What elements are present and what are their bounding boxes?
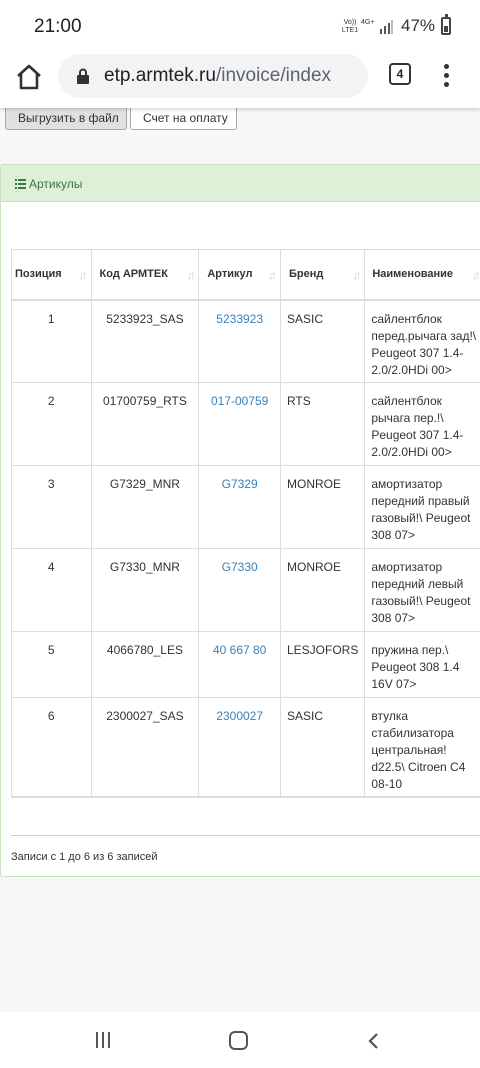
column-header-name[interactable]: Наименование ↓↑: [364, 249, 480, 300]
article-link[interactable]: 40 667 80: [213, 643, 266, 657]
more-menu-icon[interactable]: [438, 62, 454, 88]
articles-panel: Артикулы Позиция ↓↑ Код АРМТЕК ↓↑ Артикул ↓…: [0, 164, 480, 877]
system-nav-bar: [0, 1012, 480, 1068]
table-row: 4 G7330_MNR G7330 MONROE амортизатор пер…: [11, 548, 480, 632]
cell-position: 1: [11, 299, 92, 383]
cell-armtek-code: G7330_MNR: [90, 548, 200, 632]
cell-brand: SASIC: [279, 697, 366, 797]
cell-armtek-code: 2300027_SAS: [90, 697, 200, 797]
list-icon: [15, 179, 26, 189]
browser-toolbar: etp.armtek.ru/invoice/index 4: [0, 52, 480, 108]
column-header-armtek-code[interactable]: Код АРМТЕК ↓↑: [90, 249, 200, 300]
invoice-payment-button[interactable]: Счет на оплату: [130, 108, 237, 130]
signal-icon: [380, 20, 393, 34]
articles-table: Позиция ↓↑ Код АРМТЕК ↓↑ Артикул ↓↑ Бренд ↓↑…: [11, 249, 480, 803]
table-header-row: Позиция ↓↑ Код АРМТЕК ↓↑ Артикул ↓↑ Бренд ↓↑…: [11, 249, 480, 300]
back-icon[interactable]: [366, 1032, 382, 1050]
article-link[interactable]: 5233923: [216, 312, 263, 326]
home-icon[interactable]: [14, 62, 44, 92]
cell-position: 3: [11, 465, 92, 549]
lock-icon: [77, 68, 89, 84]
records-info: Записи с 1 до 6 из 6 записей: [11, 851, 158, 863]
tab-switcher-button[interactable]: 4: [389, 63, 411, 85]
page-content: Выгрузить в файл Счет на оплату Артикулы…: [0, 108, 480, 1012]
column-header-article[interactable]: Артикул ↓↑: [198, 249, 281, 300]
panel-header: Артикулы: [1, 165, 480, 202]
cell-name: амортизатор передний правый газовый!\ Pe…: [364, 465, 480, 549]
cell-armtek-code: 01700759_RTS: [90, 382, 200, 466]
divider: [11, 835, 480, 836]
table-footer-row: [11, 795, 480, 803]
cell-name: сайлентблок рычага пер.!\ Peugeot 307 1.…: [364, 382, 480, 466]
cell-brand: RTS: [279, 382, 366, 466]
cell-name: амортизатор передний левый газовый!\ Peu…: [364, 548, 480, 632]
cell-brand: MONROE: [279, 465, 366, 549]
sort-icon: ↓↑: [186, 268, 195, 282]
url-text: etp.armtek.ru/invoice/index: [104, 65, 332, 86]
cell-brand: LESJOFORS: [279, 631, 366, 698]
table-row: 6 2300027_SAS 2300027 SASIC втулка стаби…: [11, 697, 480, 797]
status-time: 21:00: [34, 16, 82, 37]
export-file-button[interactable]: Выгрузить в файл: [5, 108, 127, 130]
cell-brand: MONROE: [279, 548, 366, 632]
article-link[interactable]: G7329: [222, 477, 258, 491]
address-bar[interactable]: etp.armtek.ru/invoice/index: [58, 54, 368, 98]
panel-title: Артикулы: [29, 177, 83, 191]
cell-name: втулка стабилизатора центральная! d22.5\…: [364, 697, 480, 797]
battery-percent: 47%: [401, 16, 436, 35]
cell-armtek-code: G7329_MNR: [90, 465, 200, 549]
cell-name: пружина пер.\ Peugeot 308 1.4 16V 07>: [364, 631, 480, 698]
cell-position: 5: [11, 631, 92, 698]
cell-name: сайлентблок перед.рычага зад!\ Peugeot 3…: [364, 299, 480, 383]
home-nav-icon[interactable]: [229, 1031, 248, 1050]
volte-indicator: Vo)) LTE1: [341, 19, 359, 34]
article-link[interactable]: 2300027: [216, 709, 263, 723]
network-type: 4G+: [361, 19, 375, 26]
table-row: 5 4066780_LES 40 667 80 LESJOFORS пружин…: [11, 631, 480, 698]
sort-icon: ↓↑: [352, 268, 361, 282]
cell-position: 2: [11, 382, 92, 466]
column-header-position[interactable]: Позиция ↓↑: [11, 249, 92, 300]
cell-armtek-code: 4066780_LES: [90, 631, 200, 698]
cell-armtek-code: 5233923_SAS: [90, 299, 200, 383]
table-row: 1 5233923_SAS 5233923 SASIC сайлентблок …: [11, 299, 480, 383]
recent-apps-icon[interactable]: [96, 1032, 114, 1048]
article-link[interactable]: 017-00759: [211, 394, 268, 408]
status-bar: 21:00 Vo)) LTE1 4G+ 47%: [0, 0, 480, 52]
cell-position: 6: [11, 697, 92, 797]
article-link[interactable]: G7330: [222, 560, 258, 574]
cell-brand: SASIC: [279, 299, 366, 383]
sort-icon: ↓↑: [267, 268, 277, 282]
sort-icon: ↓↑: [78, 268, 88, 282]
battery-icon: [441, 14, 451, 35]
column-header-brand[interactable]: Бренд ↓↑: [279, 249, 366, 300]
table-row: 2 01700759_RTS 017-00759 RTS сайлентблок…: [11, 382, 480, 466]
sort-icon: ↓↑: [472, 268, 480, 282]
cell-position: 4: [11, 548, 92, 632]
table-row: 3 G7329_MNR G7329 MONROE амортизатор пер…: [11, 465, 480, 549]
